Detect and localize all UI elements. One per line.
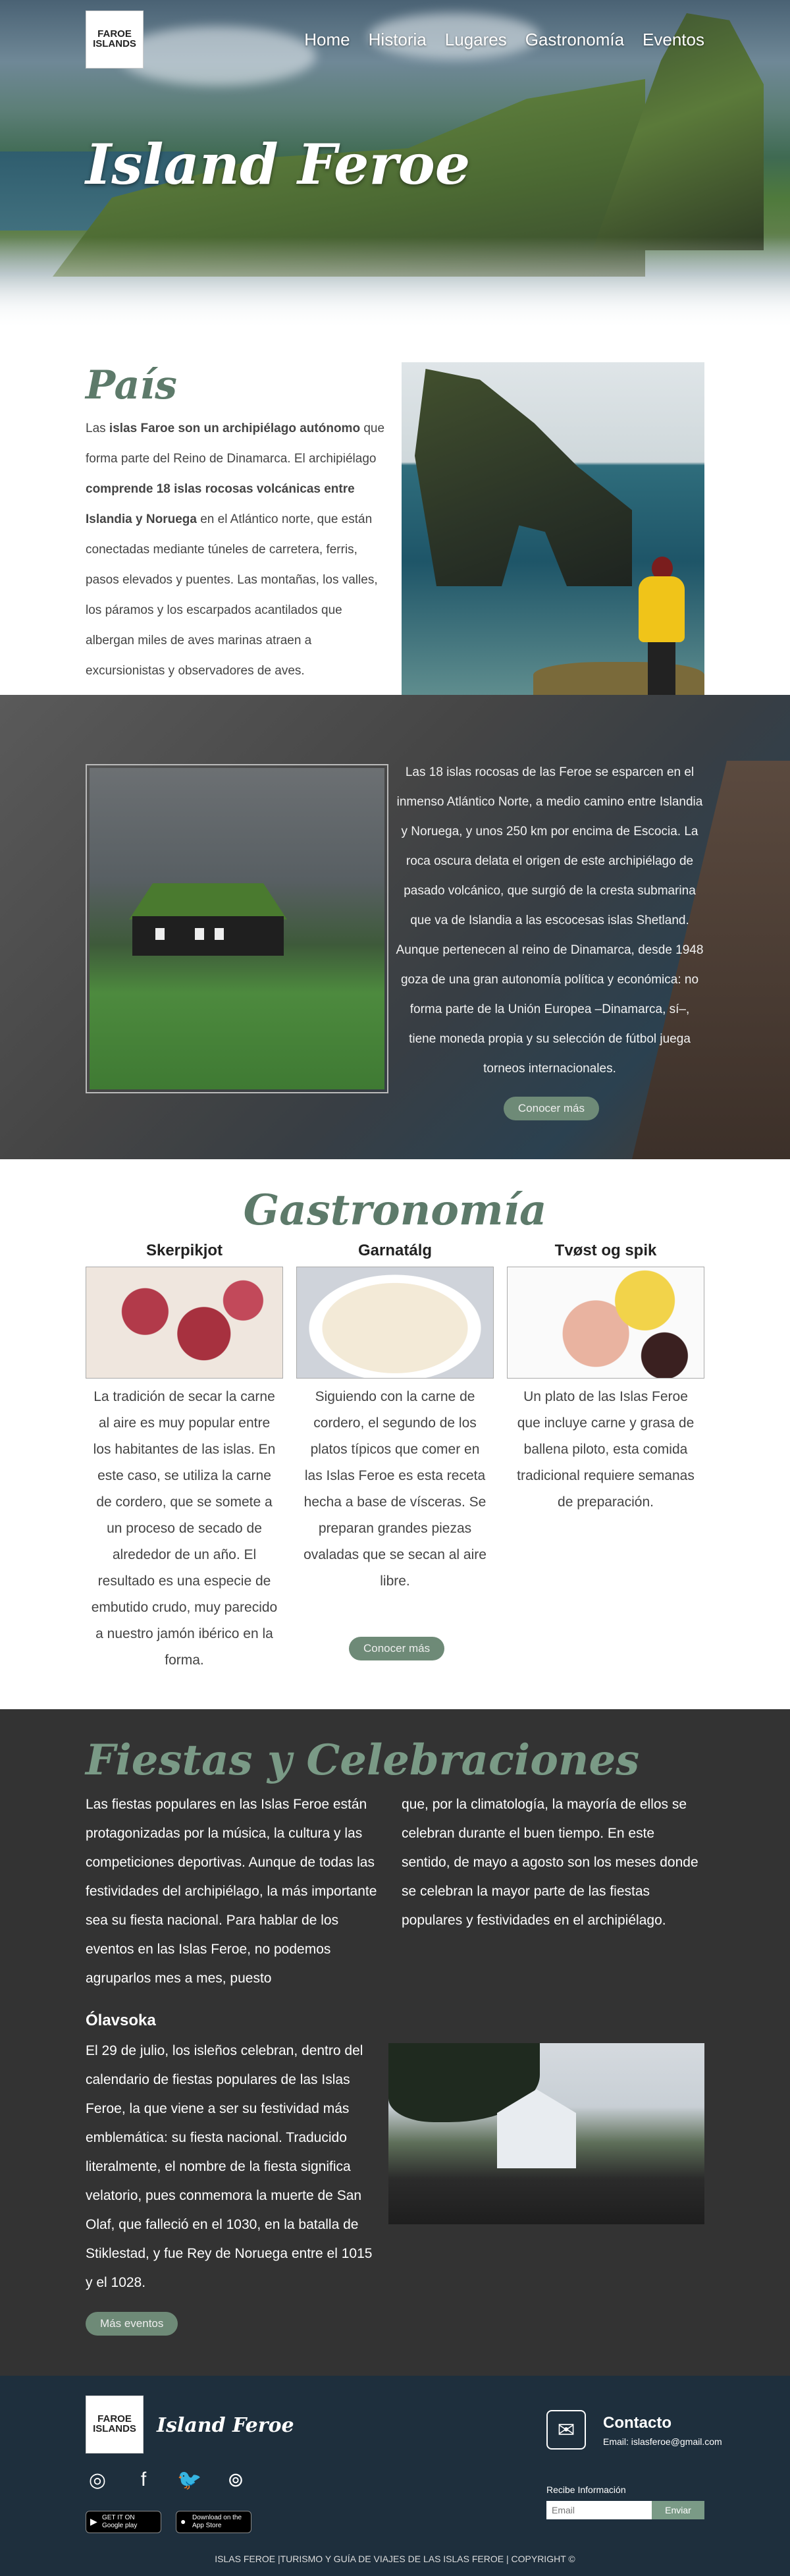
sea-arch-photo <box>402 362 704 695</box>
newsletter-form: Enviar <box>546 2501 704 2519</box>
logo-text: FAROE <box>97 2413 132 2425</box>
app-store-badges: ▶ GET IT ON Google play ● Download on th… <box>86 2511 251 2533</box>
pais-text-block: País Las islas Faroe son un archipiélago… <box>86 362 388 695</box>
footer-logo[interactable]: FAROE ISLANDS <box>86 2396 144 2453</box>
turf-house-photo <box>90 768 384 1089</box>
house-window <box>215 928 224 940</box>
hero-section: FAROE ISLANDS Home Historia Lugares Gast… <box>0 0 790 343</box>
pais-title: País <box>86 362 177 408</box>
app-store-badge[interactable]: ● Download on the App Store <box>176 2511 251 2533</box>
instagram-icon[interactable]: ◎ <box>86 2468 109 2492</box>
olavsoka-row: El 29 de julio, los isleños celebran, de… <box>86 2037 704 2297</box>
google-play-icon: ▶ <box>90 2516 97 2527</box>
olavsoka-crowd-photo <box>388 2043 704 2224</box>
fiestas-section: Fiestas y Celebraciones Las fiestas popu… <box>0 1709 790 2376</box>
hero-fade <box>0 237 790 343</box>
badge-small-text: Download on the <box>192 2514 242 2521</box>
nav-home[interactable]: Home <box>304 30 350 50</box>
rock-arch <box>415 369 632 586</box>
mas-eventos-button[interactable]: Más eventos <box>86 2312 178 2336</box>
nav-lugares[interactable]: Lugares <box>445 30 507 50</box>
islas-section: Las 18 islas rocosas de las Feroe se esp… <box>0 695 790 1159</box>
contact-title: Contacto <box>603 2414 672 2432</box>
pais-text: en el Atlántico norte, que están conecta… <box>86 512 378 678</box>
hero-title: Island Feroe <box>86 132 471 197</box>
pais-text: Las <box>86 422 109 435</box>
food-cards: Skerpikjot La tradición de secar la carn… <box>0 1242 790 1674</box>
fiestas-title: Fiestas y Celebraciones <box>86 1736 640 1785</box>
food-card: Tvøst og spik Un plato de las Islas Fero… <box>507 1242 704 1674</box>
hiker-legs <box>648 642 675 695</box>
food-card-text: Siguiendo con la carne de cordero, el se… <box>303 1389 487 1589</box>
gastronomia-title: Gastronomía <box>243 1186 547 1235</box>
badge-text: Google play <box>102 2522 138 2529</box>
social-links: ◎ f 🐦 ⊚ <box>86 2468 248 2492</box>
newsletter-label: Recibe Información <box>546 2484 626 2495</box>
tvost-og-spik-photo <box>507 1267 704 1379</box>
food-card-text: La tradición de secar la carne al aire e… <box>91 1389 278 1668</box>
newsletter-email-input[interactable] <box>546 2501 652 2519</box>
facebook-icon[interactable]: f <box>132 2468 155 2492</box>
hiker-figure <box>639 557 685 695</box>
google-play-badge[interactable]: ▶ GET IT ON Google play <box>86 2511 161 2533</box>
house-roof <box>129 883 287 919</box>
food-card-title: Skerpikjot <box>145 1242 223 1259</box>
hiker-jacket <box>639 576 685 642</box>
top-nav: FAROE ISLANDS Home Historia Lugares Gast… <box>0 0 790 79</box>
tripadvisor-icon[interactable]: ⊚ <box>224 2468 248 2492</box>
food-card-text: Un plato de las Islas Feroe que incluye … <box>517 1389 695 1510</box>
islas-paragraph: Las 18 islas rocosas de las Feroe se esp… <box>396 765 704 1076</box>
contact-email[interactable]: Email: islasferoe@gmail.com <box>603 2436 722 2447</box>
nav-historia[interactable]: Historia <box>369 30 427 50</box>
logo-text: ISLANDS <box>93 2423 136 2434</box>
site-footer: FAROE ISLANDS Island Feroe ◎ f 🐦 ⊚ ▶ GET… <box>0 2376 790 2576</box>
pais-bold-text: islas Faroe son un archipiélago autónomo <box>109 422 361 435</box>
twitter-icon[interactable]: 🐦 <box>177 2468 201 2492</box>
copyright-text: ISLAS FEROE |TURISMO Y GUÍA DE VIAJES DE… <box>215 2554 575 2564</box>
badge-small-text: GET IT ON <box>102 2514 135 2521</box>
olavsoka-text: El 29 de julio, los isleños celebran, de… <box>86 2043 373 2290</box>
fiestas-col1: Las fiestas populares en las Islas Feroe… <box>86 1797 377 1986</box>
food-card: Skerpikjot La tradición de secar la carn… <box>86 1242 283 1674</box>
gastronomia-section: Gastronomía Skerpikjot La tradición de s… <box>0 1159 790 1709</box>
footer-brand: Island Feroe <box>157 2414 294 2437</box>
house-photo-frame <box>86 764 388 1093</box>
nav-eventos[interactable]: Eventos <box>643 30 704 50</box>
pais-section: País Las islas Faroe son un archipiélago… <box>0 343 790 695</box>
food-card: Garnatálg Siguiendo con la carne de cord… <box>296 1242 494 1674</box>
skerpikjot-photo <box>86 1267 283 1379</box>
logo-text: FAROE <box>97 28 132 40</box>
house-window <box>195 928 204 940</box>
garnatalg-photo <box>296 1267 494 1379</box>
gastro-conocer-mas-button[interactable]: Conocer más <box>349 1637 445 1660</box>
turf-house <box>129 883 294 956</box>
fiestas-columns: Las fiestas populares en las Islas Feroe… <box>86 1790 704 1993</box>
main-menu: Home Historia Lugares Gastronomía Evento… <box>304 30 704 50</box>
site-logo[interactable]: FAROE ISLANDS <box>86 11 144 69</box>
newsletter-send-button[interactable]: Enviar <box>652 2501 704 2519</box>
house-window <box>155 928 165 940</box>
olavsoka-title: Ólavsoka <box>86 2012 156 2029</box>
pais-paragraph: Las islas Faroe son un archipiélago autó… <box>86 414 388 686</box>
badge-text: App Store <box>192 2522 222 2529</box>
nav-gastronomia[interactable]: Gastronomía <box>525 30 624 50</box>
food-card-title: Garnatálg <box>357 1242 433 1259</box>
conocer-mas-button[interactable]: Conocer más <box>503 1097 599 1120</box>
apple-icon: ● <box>180 2516 186 2527</box>
food-card-title: Tvøst og spik <box>554 1242 657 1259</box>
mail-icon: ✉ <box>546 2410 586 2450</box>
fiestas-col2: que, por la climatología, la mayoría de … <box>402 1797 698 1928</box>
logo-text: ISLANDS <box>93 38 136 49</box>
